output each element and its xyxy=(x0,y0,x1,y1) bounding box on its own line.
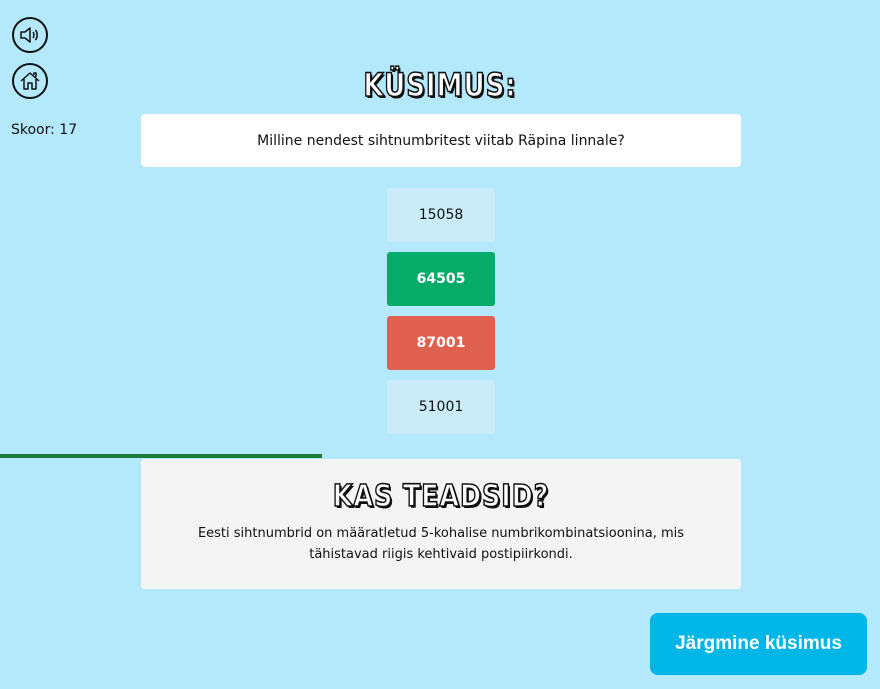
progress-bar xyxy=(0,454,880,458)
score-label: Skoor: 17 xyxy=(11,122,78,138)
sound-button[interactable] xyxy=(12,17,48,53)
answer-option-1[interactable]: 15058 xyxy=(387,188,495,242)
home-button[interactable] xyxy=(12,63,48,99)
did-you-know-title: KAS TEADSID? xyxy=(332,478,550,515)
question-text: Milline nendest sihtnumbritest viitab Rä… xyxy=(141,114,741,167)
answer-option-2-correct[interactable]: 64505 xyxy=(387,252,495,306)
answer-option-3-wrong[interactable]: 87001 xyxy=(387,316,495,370)
next-question-button[interactable]: Järgmine küsimus xyxy=(650,613,867,675)
speaker-icon xyxy=(20,27,38,43)
question-heading: KÜSIMUS: xyxy=(363,65,517,105)
did-you-know-panel: KAS TEADSID? Eesti sihtnumbrid on määrat… xyxy=(141,459,741,589)
home-icon xyxy=(20,72,40,90)
answer-option-4[interactable]: 51001 xyxy=(387,380,495,434)
progress-bar-fill xyxy=(0,454,323,458)
did-you-know-text: Eesti sihtnumbrid on määratletud 5-kohal… xyxy=(197,526,685,562)
